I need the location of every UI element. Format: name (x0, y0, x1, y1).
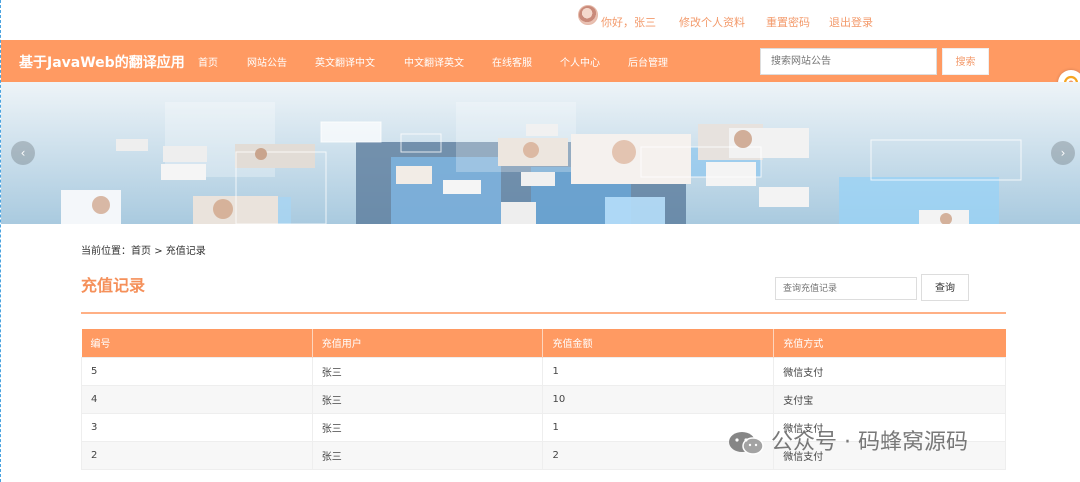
nav-item-en-to-zh[interactable]: 英文翻译中文 (315, 54, 375, 69)
column-header-method: 充值方式 (773, 329, 1006, 357)
cell-user: 张三 (311, 412, 544, 442)
hero-banner (1, 82, 1080, 224)
watermark-text: 公众号 · 码蜂窝源码 (771, 430, 968, 455)
search-button[interactable]: 搜索 (942, 48, 989, 75)
banner-next-button[interactable]: › (1051, 141, 1075, 165)
breadcrumb: 当前位置：首页 > 充值记录 (81, 242, 206, 257)
page-title: 充值记录 (81, 276, 146, 295)
banner-prev-button[interactable]: ‹ (11, 141, 35, 165)
cell-id: 4 (81, 384, 313, 414)
cell-id: 3 (81, 412, 313, 442)
cell-user: 张三 (311, 356, 544, 386)
banner-image (1, 82, 1080, 224)
column-header-user: 充值用户 (312, 329, 544, 357)
cell-amount: 10 (542, 384, 775, 414)
watermark: 公众号 · 码蜂窝源码 (727, 424, 968, 456)
table-header-row: 编号 充值用户 充值金额 充值方式 (81, 329, 1006, 357)
breadcrumb-current: 充值记录 (165, 246, 206, 257)
nav-item-online-service[interactable]: 在线客服 (492, 54, 532, 69)
logout-link[interactable]: 退出登录 (829, 14, 873, 30)
recharge-query-input[interactable] (775, 277, 917, 300)
cell-method: 微信支付 (773, 356, 1006, 386)
cell-method: 支付宝 (773, 384, 1006, 414)
top-bar: 你好，张三 修改个人资料 重置密码 退出登录 (1, 0, 1080, 40)
nav-item-home[interactable]: 首页 (198, 54, 218, 69)
nav-item-zh-to-en[interactable]: 中文翻译英文 (404, 54, 464, 69)
breadcrumb-home-link[interactable]: 首页 (131, 246, 151, 257)
wechat-icon (729, 432, 764, 455)
greeting-text: 你好，张三 (601, 16, 656, 29)
user-avatar (578, 5, 598, 25)
nav-item-announcements[interactable]: 网站公告 (247, 54, 287, 69)
reset-password-link[interactable]: 重置密码 (766, 14, 810, 30)
breadcrumb-prefix: 当前位置： (81, 246, 131, 257)
nav-item-user-center[interactable]: 个人中心 (560, 54, 600, 69)
cell-amount: 1 (542, 356, 775, 386)
column-header-id: 编号 (81, 329, 313, 357)
cell-id: 2 (81, 440, 313, 470)
announcement-search-input[interactable] (760, 48, 937, 75)
cell-user: 张三 (311, 440, 544, 470)
nav-item-admin[interactable]: 后台管理 (628, 54, 668, 69)
table-row: 4 张三 10 支付宝 (81, 384, 1006, 414)
cell-user: 张三 (311, 384, 544, 414)
cell-id: 5 (81, 356, 313, 386)
site-brand[interactable]: 基于JavaWeb的翻译应用 (19, 52, 185, 72)
edit-profile-link[interactable]: 修改个人资料 (679, 14, 745, 30)
column-header-amount: 充值金额 (542, 329, 775, 357)
title-divider (81, 312, 1006, 314)
table-row: 5 张三 1 微信支付 (81, 356, 1006, 386)
breadcrumb-separator: > (154, 246, 163, 257)
query-button[interactable]: 查询 (921, 274, 969, 301)
